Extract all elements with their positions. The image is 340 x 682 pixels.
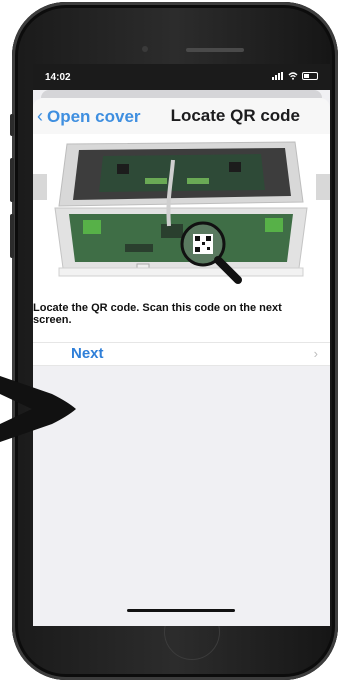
volume-down-button [10,214,14,258]
home-indicator [127,609,235,612]
wifi-icon [288,72,298,80]
instruction-section: Locate the QR code. Scan this code on th… [33,302,330,342]
cellular-signal-icon [272,72,284,80]
battery-icon [302,72,318,80]
chevron-right-icon: › [313,346,318,361]
sheet-background-card [41,90,322,98]
back-button[interactable]: ‹ Open cover [37,106,141,127]
volume-up-button [10,158,14,202]
page-title: Locate QR code [170,106,300,125]
device-illustration [33,134,330,302]
back-button-label: Open cover [47,106,141,126]
earpiece-speaker [186,48,244,52]
status-time: 14:02 [45,72,71,83]
instruction-text: Locate the QR code. Scan this code on th… [33,302,282,326]
mute-switch [10,114,14,136]
front-camera [142,46,148,52]
status-icons [272,72,318,80]
status-bar: 14:02 [33,64,330,90]
navigation-bar: ‹ Open cover Locate QR code [33,98,330,134]
chevron-left-icon: ‹ [37,106,43,126]
qr-location-illustration [33,134,330,302]
pointing-arrow-icon [0,376,76,442]
phone-screen: 14:02 ‹ Open cover Locate QR code Locate… [33,64,330,626]
